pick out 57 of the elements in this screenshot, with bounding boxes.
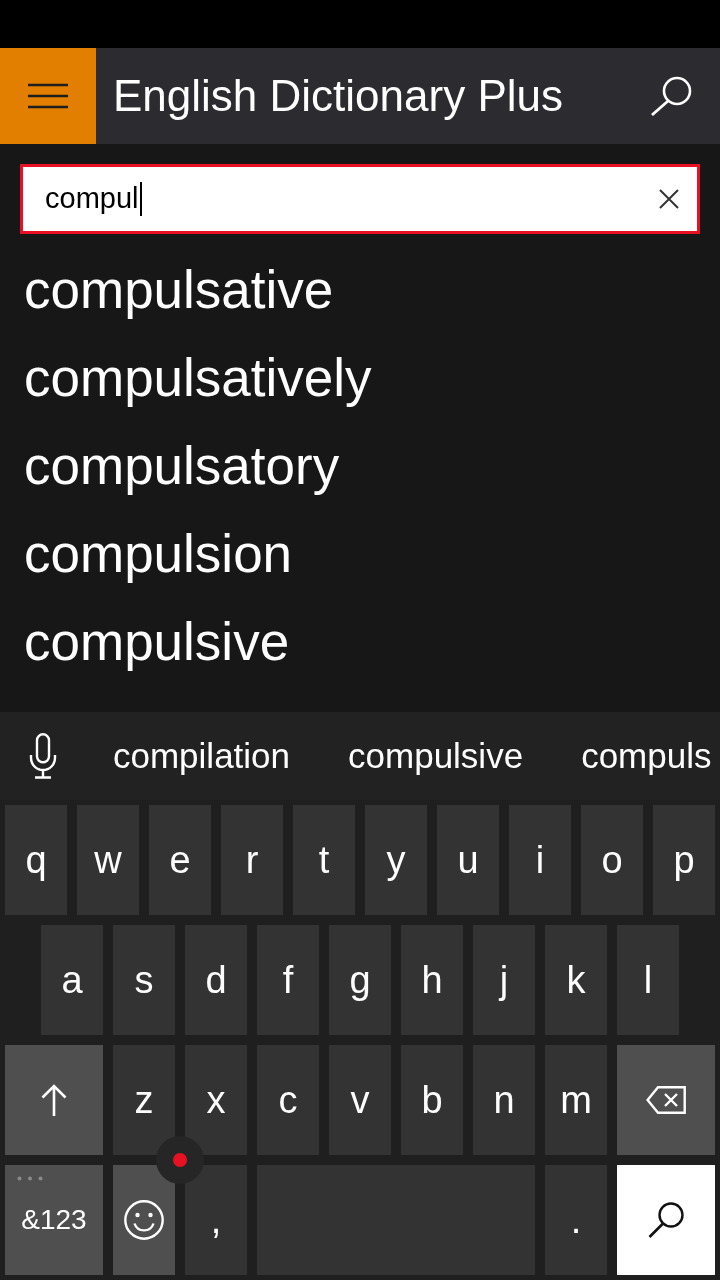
keyboard-key[interactable]: o <box>581 805 643 915</box>
backspace-key[interactable] <box>617 1045 715 1155</box>
app-title: English Dictionary Plus <box>113 71 563 121</box>
microphone-button[interactable] <box>29 733 57 779</box>
keyboard-key[interactable]: t <box>293 805 355 915</box>
keyboard-key[interactable]: v <box>329 1045 391 1155</box>
result-item[interactable]: compulsion <box>24 510 293 598</box>
touch-point-icon <box>156 1136 204 1184</box>
backspace-icon <box>646 1086 686 1114</box>
symbols-key[interactable]: &123 <box>5 1165 103 1275</box>
keyboard-key[interactable]: e <box>149 805 211 915</box>
search-icon <box>648 1202 684 1238</box>
keyboard-key[interactable]: f <box>257 925 319 1035</box>
result-item[interactable]: compulsative <box>24 246 334 334</box>
keyboard-key[interactable]: p <box>653 805 715 915</box>
keyboard-key[interactable]: m <box>545 1045 607 1155</box>
menu-button[interactable] <box>0 48 96 144</box>
search-icon <box>650 76 692 116</box>
keyboard-key[interactable]: a <box>41 925 103 1035</box>
keyboard-key[interactable]: w <box>77 805 139 915</box>
emoji-key[interactable] <box>113 1165 175 1275</box>
keyboard-key[interactable]: c <box>257 1045 319 1155</box>
keyboard-key[interactable]: x <box>185 1045 247 1155</box>
keyboard-key[interactable]: i <box>509 805 571 915</box>
keyboard-key[interactable]: s <box>113 925 175 1035</box>
keyboard-key[interactable]: g <box>329 925 391 1035</box>
clear-button[interactable] <box>659 189 679 209</box>
keyboard-key[interactable]: l <box>617 925 679 1035</box>
keyboard-key[interactable]: y <box>365 805 427 915</box>
microphone-icon <box>29 733 57 779</box>
keyboard-key[interactable]: b <box>401 1045 463 1155</box>
word-suggestion[interactable]: compuls <box>581 735 712 777</box>
keyboard-key[interactable]: u <box>437 805 499 915</box>
smiley-icon <box>124 1200 164 1240</box>
search-field[interactable]: compul <box>20 164 700 234</box>
search-key[interactable] <box>617 1165 715 1275</box>
keyboard-key[interactable]: j <box>473 925 535 1035</box>
keyboard-key[interactable]: , <box>185 1165 247 1275</box>
keyboard-key[interactable]: r <box>221 805 283 915</box>
dots-icon <box>17 1176 43 1181</box>
keyboard-key[interactable]: h <box>401 925 463 1035</box>
search-button[interactable] <box>650 76 692 116</box>
keyboard-key[interactable]: z <box>113 1045 175 1155</box>
keyboard-key[interactable]: k <box>545 925 607 1035</box>
text-cursor <box>139 182 142 216</box>
close-icon <box>659 189 679 209</box>
keyboard-key[interactable]: n <box>473 1045 535 1155</box>
keyboard-key[interactable]: . <box>545 1165 607 1275</box>
keyboard-key[interactable]: q <box>5 805 67 915</box>
up-arrow-icon <box>41 1084 67 1116</box>
result-item[interactable]: compulsive <box>24 598 290 686</box>
result-item[interactable]: compulsatively <box>24 334 372 422</box>
result-item[interactable]: compulsatory <box>24 422 340 510</box>
menu-icon <box>28 83 68 109</box>
word-suggestion[interactable]: compulsive <box>348 735 524 777</box>
keyboard-key[interactable]: d <box>185 925 247 1035</box>
word-suggestion[interactable]: compilation <box>113 735 291 777</box>
